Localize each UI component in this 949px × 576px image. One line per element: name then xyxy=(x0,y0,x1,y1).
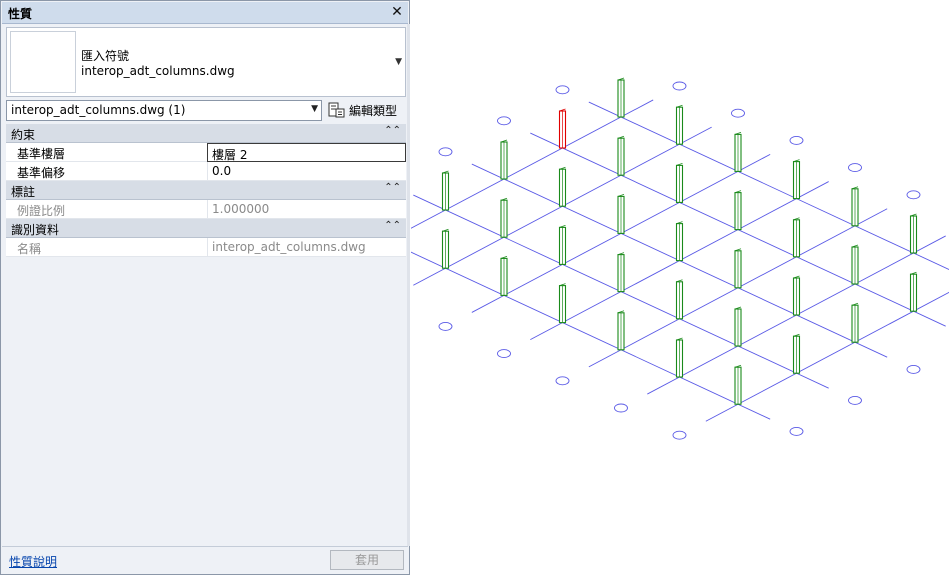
property-value: 0.0 xyxy=(212,164,232,178)
property-row-scale: 例證比例 1.000000 xyxy=(6,200,406,219)
property-label: 基準偏移 xyxy=(17,166,66,180)
palette-footer: 性質說明 套用 xyxy=(2,546,408,574)
property-row-base-level: 基準樓層 樓層 2 xyxy=(6,143,406,162)
collapse-icon[interactable]: ⌃⌃ xyxy=(384,125,401,136)
grid-bubble xyxy=(438,147,453,157)
collapse-icon[interactable]: ⌃⌃ xyxy=(384,182,401,193)
grid-bubble xyxy=(555,376,570,386)
property-value: 1.000000 xyxy=(212,202,270,216)
group-header-graphics[interactable]: 標註 ⌃⌃ xyxy=(6,181,406,200)
property-label: 名稱 xyxy=(17,242,42,256)
grid-bubble xyxy=(497,116,511,126)
grid-line xyxy=(588,101,949,271)
palette-title-bar[interactable]: 性質 ✕ xyxy=(2,2,408,24)
properties-help-link[interactable]: 性質說明 xyxy=(9,553,57,570)
property-label: 基準樓層 xyxy=(17,147,66,161)
grid-bubble xyxy=(789,426,804,436)
grid-bubble xyxy=(848,395,862,405)
properties-palette: 性質 ✕ 匯入符號 interop_adt_columns.dwg ▼ inte… xyxy=(0,0,410,575)
name-field: interop_adt_columns.dwg xyxy=(207,238,406,257)
grid-bubble xyxy=(497,349,511,359)
collapse-icon[interactable]: ⌃⌃ xyxy=(384,220,401,231)
grid-bubble xyxy=(614,403,628,413)
palette-scroll-edge xyxy=(407,24,410,546)
type-thumbnail xyxy=(10,31,76,93)
grid-bubble xyxy=(906,190,921,200)
grid-bubble xyxy=(848,163,862,173)
edit-type-button[interactable]: 編輯類型 xyxy=(326,100,406,120)
group-label: 識別資料 xyxy=(11,223,60,237)
grid-bubble xyxy=(731,108,745,118)
grid-bubble xyxy=(672,430,687,440)
close-icon[interactable]: ✕ xyxy=(390,4,404,20)
type-name-label: interop_adt_columns.dwg xyxy=(81,64,235,78)
grid-line xyxy=(411,251,771,420)
instance-filter-dropdown[interactable]: interop_adt_columns.dwg (1) ▼ xyxy=(6,100,322,121)
palette-title: 性質 xyxy=(8,7,33,21)
group-header-constraints[interactable]: 約束 ⌃⌃ xyxy=(6,124,406,143)
type-family-label: 匯入符號 xyxy=(81,49,130,63)
grid-bubble xyxy=(906,364,921,374)
property-value: 樓層 2 xyxy=(212,148,248,162)
property-row-base-offset: 基準偏移 0.0 xyxy=(6,162,406,181)
edit-type-label: 編輯類型 xyxy=(349,104,398,118)
edit-type-icon xyxy=(328,102,345,118)
group-label: 約束 xyxy=(11,128,36,142)
group-label: 標註 xyxy=(11,185,36,199)
grid-bubble xyxy=(672,81,687,91)
base-level-field[interactable]: 樓層 2 xyxy=(207,143,406,162)
grid-bubble xyxy=(789,135,804,145)
apply-button[interactable]: 套用 xyxy=(330,550,404,570)
type-selector-preview[interactable]: 匯入符號 interop_adt_columns.dwg ▼ xyxy=(6,27,406,97)
property-label: 例證比例 xyxy=(17,204,66,218)
base-offset-field[interactable]: 0.0 xyxy=(207,162,406,181)
chevron-down-icon[interactable]: ▼ xyxy=(395,57,402,67)
grid-bubble xyxy=(438,321,453,331)
instance-filter-value: interop_adt_columns.dwg (1) xyxy=(11,103,186,117)
property-row-name: 名稱 interop_adt_columns.dwg xyxy=(6,238,406,257)
chevron-down-icon[interactable]: ▼ xyxy=(311,104,318,114)
columns xyxy=(441,77,918,405)
3d-viewport[interactable] xyxy=(411,0,949,576)
property-value: interop_adt_columns.dwg xyxy=(212,240,366,254)
grid-bubble xyxy=(555,85,570,95)
group-header-identity[interactable]: 識別資料 ⌃⌃ xyxy=(6,219,406,238)
scale-field: 1.000000 xyxy=(207,200,406,219)
